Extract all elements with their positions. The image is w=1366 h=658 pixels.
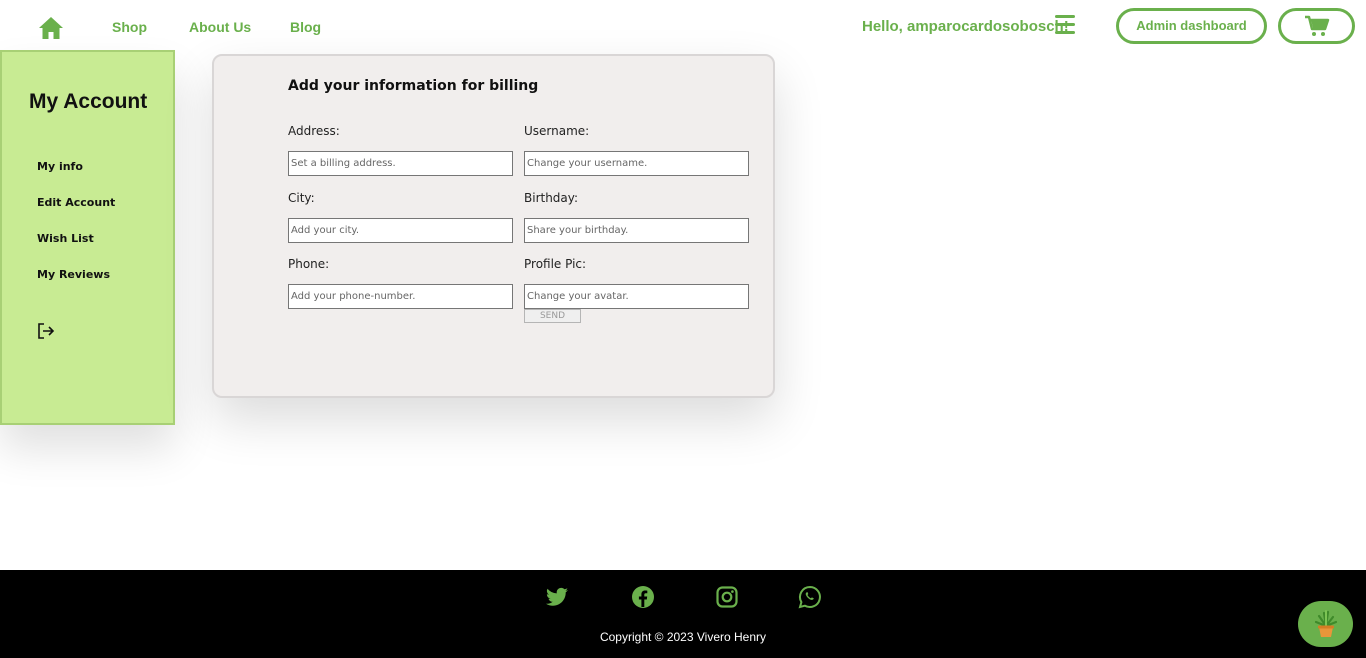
address-label: Address: [288,124,340,138]
billing-form-card: Add your information for billing Address… [212,54,775,398]
twitter-icon[interactable] [545,585,569,609]
account-sidebar: My Account My info Edit Account Wish Lis… [0,50,175,425]
phone-input[interactable] [288,284,513,309]
cart-icon [1304,15,1329,36]
copyright-text: Copyright © 2023 Vivero Henry [599,630,767,644]
nav-link-blog[interactable]: Blog [290,19,321,35]
facebook-icon[interactable] [631,585,655,609]
potted-plant-icon [1314,610,1337,637]
address-input[interactable] [288,151,513,176]
profile-pic-label: Profile Pic: [524,257,587,271]
form-title: Add your information for billing [288,78,539,94]
birthday-input[interactable] [524,218,749,243]
profile-pic-input[interactable] [524,284,749,309]
admin-dashboard-button[interactable]: Admin dashboard [1116,8,1267,44]
username-label: Username: [524,124,590,138]
sidebar-item-my-reviews[interactable]: My Reviews [37,268,110,281]
username-input[interactable] [524,151,749,176]
birthday-label: Birthday: [524,191,579,205]
city-input[interactable] [288,218,513,243]
sidebar-item-my-info[interactable]: My info [37,160,83,173]
menu-icon[interactable] [1055,15,1075,34]
top-nav: Shop About Us Blog Hello, amparocardosob… [0,0,1366,50]
sidebar-item-edit-account[interactable]: Edit Account [37,196,115,209]
city-label: City: [288,191,315,205]
sidebar-item-wish-list[interactable]: Wish List [37,232,94,245]
cart-button[interactable] [1278,8,1355,44]
footer: Copyright © 2023 Vivero Henry [0,570,1366,658]
home-icon[interactable] [37,15,65,41]
plant-chat-button[interactable] [1298,601,1353,647]
nav-link-shop[interactable]: Shop [112,19,147,35]
instagram-icon[interactable] [715,585,739,609]
sidebar-title: My Account [29,90,148,113]
phone-label: Phone: [288,257,330,271]
send-button[interactable]: SEND [524,309,581,323]
whatsapp-icon[interactable] [798,585,822,609]
logout-icon[interactable] [37,322,55,340]
nav-link-about-us[interactable]: About Us [189,19,251,35]
user-greeting: Hello, amparocardosobosch! [862,18,1069,35]
